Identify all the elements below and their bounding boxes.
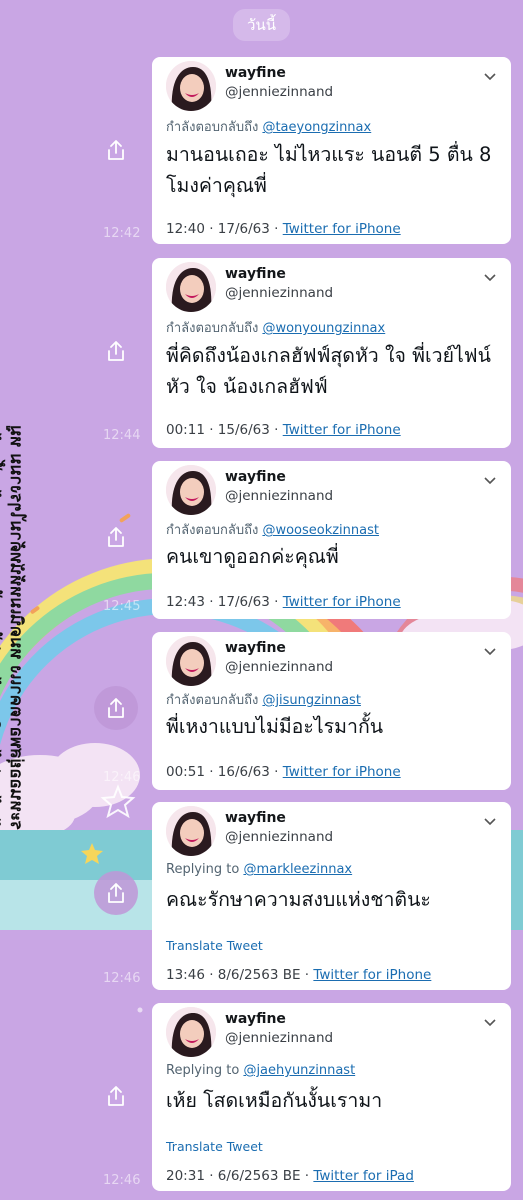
share-button[interactable] — [94, 128, 138, 172]
tweet-card[interactable]: wayfine @jenniezinnand Replying to @mark… — [152, 802, 511, 990]
reply-context: กำลังตอบกลับถึง @taeyongzinnax — [166, 116, 371, 137]
reply-prefix: กำลังตอบกลับถึง — [166, 693, 263, 708]
display-name[interactable]: wayfine — [225, 640, 286, 656]
chat-time: 12:45 — [103, 599, 141, 614]
tweet-card[interactable]: wayfine @jenniezinnand กำลังตอบกลับถึง @… — [152, 632, 511, 790]
share-icon — [108, 341, 124, 361]
share-icon — [108, 1086, 124, 1106]
user-handle[interactable]: @jenniezinnand — [225, 1030, 333, 1046]
tweet-source-link[interactable]: Twitter for iPhone — [283, 422, 401, 438]
tweet-date: 20:31 · 6/6/2563 BE · — [166, 1168, 314, 1184]
chevron-down-icon[interactable] — [483, 812, 497, 831]
translate-tweet-link[interactable]: Translate Tweet — [166, 1139, 263, 1154]
tweet-date: 12:40 · 17/6/63 · — [166, 221, 283, 237]
tweet-card[interactable]: wayfine @jenniezinnand กำลังตอบกลับถึง @… — [152, 57, 511, 244]
chat-time: 12:44 — [103, 428, 141, 443]
chevron-down-icon[interactable] — [483, 1013, 497, 1032]
chat-time: 12:46 — [103, 770, 141, 785]
share-button[interactable] — [94, 1074, 138, 1118]
tweet-text: มานอนเถอะ ไม่ไหวแระ นอนตี 5 ตื่น 8 โมงค่… — [166, 143, 492, 197]
share-button[interactable] — [94, 329, 138, 373]
tweet-date: 12:43 · 17/6/63 · — [166, 594, 283, 610]
share-button[interactable] — [94, 871, 138, 915]
chat-time: 12:46 — [103, 971, 141, 986]
display-name[interactable]: wayfine — [225, 266, 286, 282]
tweet-text: พี่เหงาแบบไม่มีอะไรมากั้น — [166, 715, 384, 738]
tweet-text: คณะรักษาความสงบแห่งชาตินะ — [166, 888, 431, 911]
tweet-card[interactable]: wayfine @jenniezinnand กำลังตอบกลับถึง @… — [152, 258, 511, 448]
reply-prefix: Replying to — [166, 862, 244, 877]
tweet-source-link[interactable]: Twitter for iPhone — [283, 764, 401, 780]
tweet-meta: 13:46 · 8/6/2563 BE · Twitter for iPhone — [166, 967, 431, 983]
tweet-meta: 12:43 · 17/6/63 · Twitter for iPhone — [166, 594, 401, 610]
chevron-down-icon[interactable] — [483, 268, 497, 287]
reply-prefix: กำลังตอบกลับถึง — [166, 523, 263, 538]
reply-prefix: กำลังตอบกลับถึง — [166, 321, 263, 336]
user-handle[interactable]: @jenniezinnand — [225, 659, 333, 675]
chat-time: 12:42 — [103, 226, 141, 241]
chat-time: 12:46 — [103, 1173, 141, 1188]
reply-context: Replying to @jaehyunzinnast — [166, 1063, 355, 1078]
user-handle[interactable]: @jenniezinnand — [225, 285, 333, 301]
reply-prefix: กำลังตอบกลับถึง — [166, 120, 263, 135]
overlay-caption-text: ระหนออยุ่สพอาตคาเเง หมดนิเมหห้นัทด้ามไๆร… — [0, 422, 26, 830]
tweet-meta: 00:11 · 15/6/63 · Twitter for iPhone — [166, 422, 401, 438]
display-name[interactable]: wayfine — [225, 1011, 286, 1027]
avatar[interactable] — [166, 262, 216, 312]
user-handle[interactable]: @jenniezinnand — [225, 488, 333, 504]
avatar[interactable] — [166, 465, 216, 515]
user-handle[interactable]: @jenniezinnand — [225, 829, 333, 845]
display-name[interactable]: wayfine — [225, 469, 286, 485]
share-icon — [108, 698, 124, 718]
user-handle[interactable]: @jenniezinnand — [225, 84, 333, 100]
tweet-meta: 20:31 · 6/6/2563 BE · Twitter for iPad — [166, 1168, 414, 1184]
avatar[interactable] — [166, 1007, 216, 1057]
tweet-source-link[interactable]: Twitter for iPad — [313, 1168, 414, 1184]
display-name[interactable]: wayfine — [225, 65, 286, 81]
tweet-card[interactable]: wayfine @jenniezinnand Replying to @jaeh… — [152, 1003, 511, 1191]
translate-tweet-link[interactable]: Translate Tweet — [166, 938, 263, 953]
share-button[interactable] — [94, 515, 138, 559]
reply-mention-link[interactable]: @wooseokzinnast — [262, 523, 379, 538]
reply-mention-link[interactable]: @jisungzinnast — [262, 693, 360, 708]
tweet-source-link[interactable]: Twitter for iPhone — [283, 221, 401, 237]
share-icon — [108, 140, 124, 160]
reply-context: กำลังตอบกลับถึง @wonyoungzinnax — [166, 317, 385, 338]
reply-context: Replying to @markleezinnax — [166, 862, 352, 877]
share-icon — [108, 527, 124, 547]
avatar[interactable] — [166, 806, 216, 856]
chevron-down-icon[interactable] — [483, 642, 497, 661]
tweet-date: 00:51 · 16/6/63 · — [166, 764, 283, 780]
tweet-date: 13:46 · 8/6/2563 BE · — [166, 967, 314, 983]
tweet-source-link[interactable]: Twitter for iPhone — [283, 594, 401, 610]
tweet-meta: 12:40 · 17/6/63 · Twitter for iPhone — [166, 221, 401, 237]
tweet-date: 00:11 · 15/6/63 · — [166, 422, 283, 438]
share-icon — [108, 883, 124, 903]
reply-prefix: Replying to — [166, 1063, 244, 1078]
chevron-down-icon[interactable] — [483, 471, 497, 490]
tweet-card[interactable]: wayfine @jenniezinnand กำลังตอบกลับถึง @… — [152, 461, 511, 619]
tweet-text: คนเขาดูออกค่ะคุณพี่ — [166, 545, 339, 568]
reply-mention-link[interactable]: @taeyongzinnax — [262, 120, 371, 135]
display-name[interactable]: wayfine — [225, 810, 286, 826]
avatar[interactable] — [166, 636, 216, 686]
share-button[interactable] — [94, 686, 138, 730]
tweet-meta: 00:51 · 16/6/63 · Twitter for iPhone — [166, 764, 401, 780]
avatar[interactable] — [166, 61, 216, 111]
chevron-down-icon[interactable] — [483, 67, 497, 86]
reply-mention-link[interactable]: @markleezinnax — [243, 862, 352, 877]
reply-mention-link[interactable]: @wonyoungzinnax — [262, 321, 385, 336]
tweet-text: พี่คิดถึงน้องเกลฮัฟฟ์สุดหัว ใจ พี่เวย์ไฟ… — [166, 344, 491, 398]
reply-context: กำลังตอบกลับถึง @wooseokzinnast — [166, 519, 379, 540]
tweet-source-link[interactable]: Twitter for iPhone — [313, 967, 431, 983]
reply-mention-link[interactable]: @jaehyunzinnast — [243, 1063, 355, 1078]
chat-date-label: วันนี้ — [233, 9, 290, 41]
reply-context: กำลังตอบกลับถึง @jisungzinnast — [166, 689, 361, 710]
tweet-text: เห้ย โสดเหมือกันงั้นเรามา — [166, 1089, 383, 1112]
